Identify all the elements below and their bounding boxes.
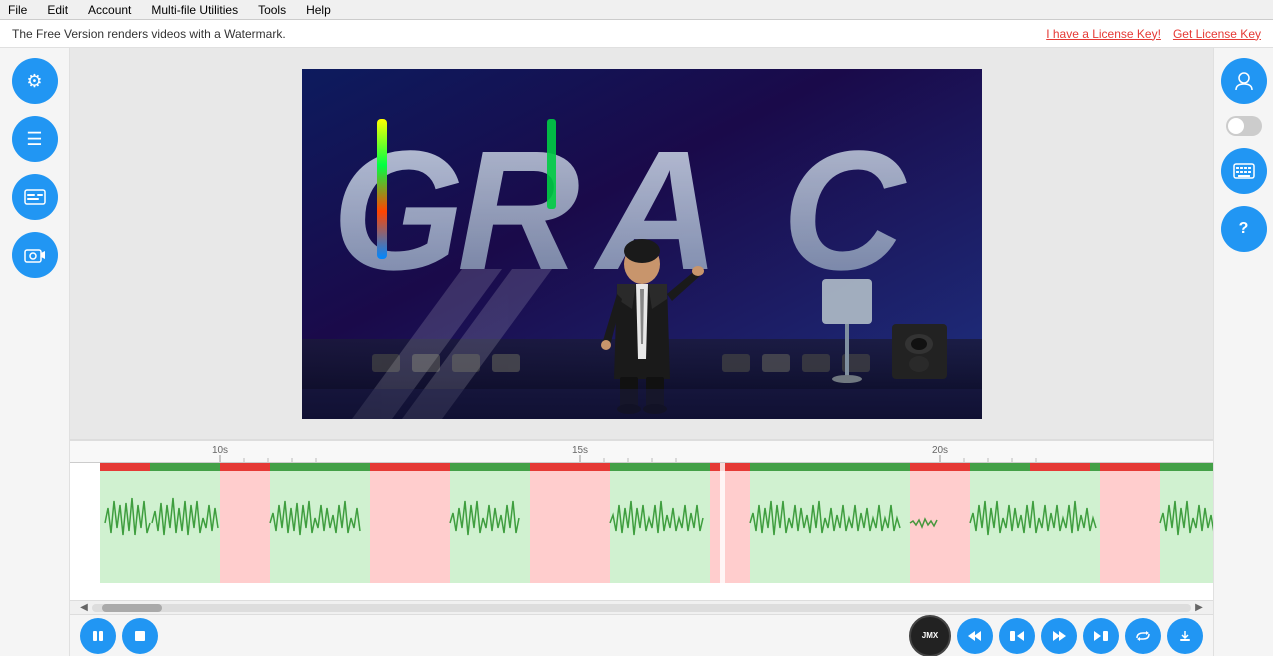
- scroll-left-arrow[interactable]: ◀: [76, 601, 92, 615]
- forward-skip-button[interactable]: [1041, 618, 1077, 654]
- loop-button[interactable]: [1125, 618, 1161, 654]
- stop-button[interactable]: [122, 618, 158, 654]
- menu-account[interactable]: Account: [84, 1, 135, 19]
- svg-text:G: G: [332, 116, 464, 306]
- subtitles-button[interactable]: [12, 174, 58, 220]
- svg-text:20s: 20s: [932, 445, 948, 456]
- svg-text:A: A: [593, 116, 720, 306]
- back-skip-button[interactable]: [957, 618, 993, 654]
- free-notice: The Free Version renders videos with a W…: [12, 27, 286, 41]
- video-area: G R A C: [70, 48, 1213, 439]
- menu-file[interactable]: File: [4, 1, 31, 19]
- menu-edit[interactable]: Edit: [43, 1, 72, 19]
- ruler-svg: 10s 15s: [100, 441, 1213, 463]
- center-content: G R A C: [70, 48, 1213, 656]
- pause-button[interactable]: [80, 618, 116, 654]
- svg-text:10s: 10s: [212, 445, 228, 456]
- playback-controls-left: [80, 618, 158, 654]
- export-button[interactable]: [1167, 618, 1203, 654]
- svg-text:15s: 15s: [572, 445, 588, 456]
- back-fast-button[interactable]: [999, 618, 1035, 654]
- right-sidebar: ?: [1213, 48, 1273, 656]
- time-ruler: 10s 15s: [70, 441, 1213, 463]
- scrollbar-thumb[interactable]: [102, 604, 162, 612]
- forward-fast-button[interactable]: [1083, 618, 1119, 654]
- list-button[interactable]: ☰: [12, 116, 58, 162]
- bottom-controls: JMX: [70, 614, 1213, 656]
- menu-help[interactable]: Help: [302, 1, 335, 19]
- menu-tools[interactable]: Tools: [254, 1, 290, 19]
- scrollbar-track[interactable]: [92, 604, 1191, 612]
- timeline-area: 10s 15s: [70, 439, 1213, 614]
- main-area: ⚙ ☰: [0, 48, 1273, 656]
- waveform-svg: [100, 463, 1213, 583]
- camera-button[interactable]: [12, 232, 58, 278]
- stage-scene-svg: G R A C: [302, 69, 982, 419]
- settings-button[interactable]: ⚙: [12, 58, 58, 104]
- user-button[interactable]: [1221, 58, 1267, 104]
- waveform-track[interactable]: [70, 463, 1213, 600]
- left-sidebar: ⚙ ☰: [0, 48, 70, 656]
- playback-controls-right: JMX: [909, 615, 1203, 656]
- video-frame: G R A C: [302, 69, 982, 419]
- keyboard-button[interactable]: [1221, 148, 1267, 194]
- license-key-link[interactable]: I have a License Key!: [1046, 27, 1161, 41]
- logo-button[interactable]: JMX: [909, 615, 951, 656]
- help-button[interactable]: ?: [1221, 206, 1267, 252]
- scroll-right-arrow[interactable]: ▶: [1191, 601, 1207, 615]
- menu-multifile[interactable]: Multi-file Utilities: [147, 1, 242, 19]
- toggle-switch[interactable]: [1226, 116, 1262, 136]
- scrollbar-area: ◀ ▶: [70, 600, 1213, 614]
- menubar: File Edit Account Multi-file Utilities T…: [0, 0, 1273, 20]
- get-license-link[interactable]: Get License Key: [1173, 27, 1261, 41]
- licensebar: The Free Version renders videos with a W…: [0, 20, 1273, 48]
- svg-text:C: C: [782, 116, 907, 306]
